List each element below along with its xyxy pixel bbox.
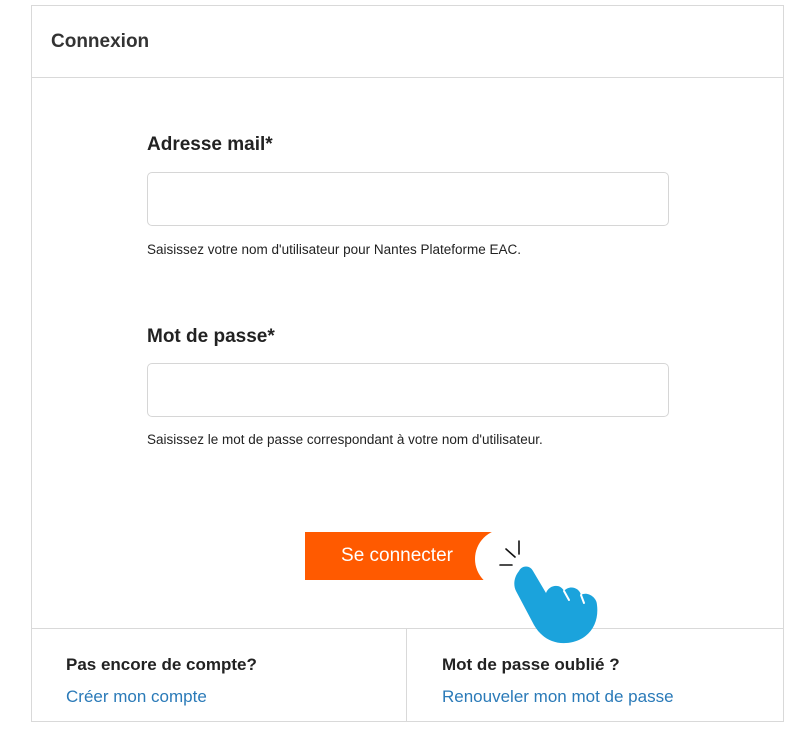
reset-password-link[interactable]: Renouveler mon mot de passe xyxy=(442,687,674,707)
create-account-link[interactable]: Créer mon compte xyxy=(66,687,207,707)
hand-pointer-icon xyxy=(475,529,598,644)
card-header: Connexion xyxy=(32,6,783,78)
login-card: Connexion Adresse mail* Saisissez votre … xyxy=(31,5,784,722)
email-label: Adresse mail* xyxy=(147,134,273,155)
login-button-label: Se connecter xyxy=(341,545,453,566)
page-title: Connexion xyxy=(51,31,150,52)
password-label: Mot de passe* xyxy=(147,326,275,347)
forgot-password-title: Mot de passe oublié ? xyxy=(442,655,620,674)
card-footer: Pas encore de compte? Créer mon compte M… xyxy=(32,628,783,721)
signup-title: Pas encore de compte? xyxy=(66,655,257,674)
footer-divider xyxy=(406,629,407,721)
email-help-text: Saisissez votre nom d'utilisateur pour N… xyxy=(147,242,521,257)
password-field[interactable] xyxy=(147,363,669,417)
email-field[interactable] xyxy=(147,172,669,226)
password-help-text: Saisissez le mot de passe correspondant … xyxy=(147,432,543,447)
